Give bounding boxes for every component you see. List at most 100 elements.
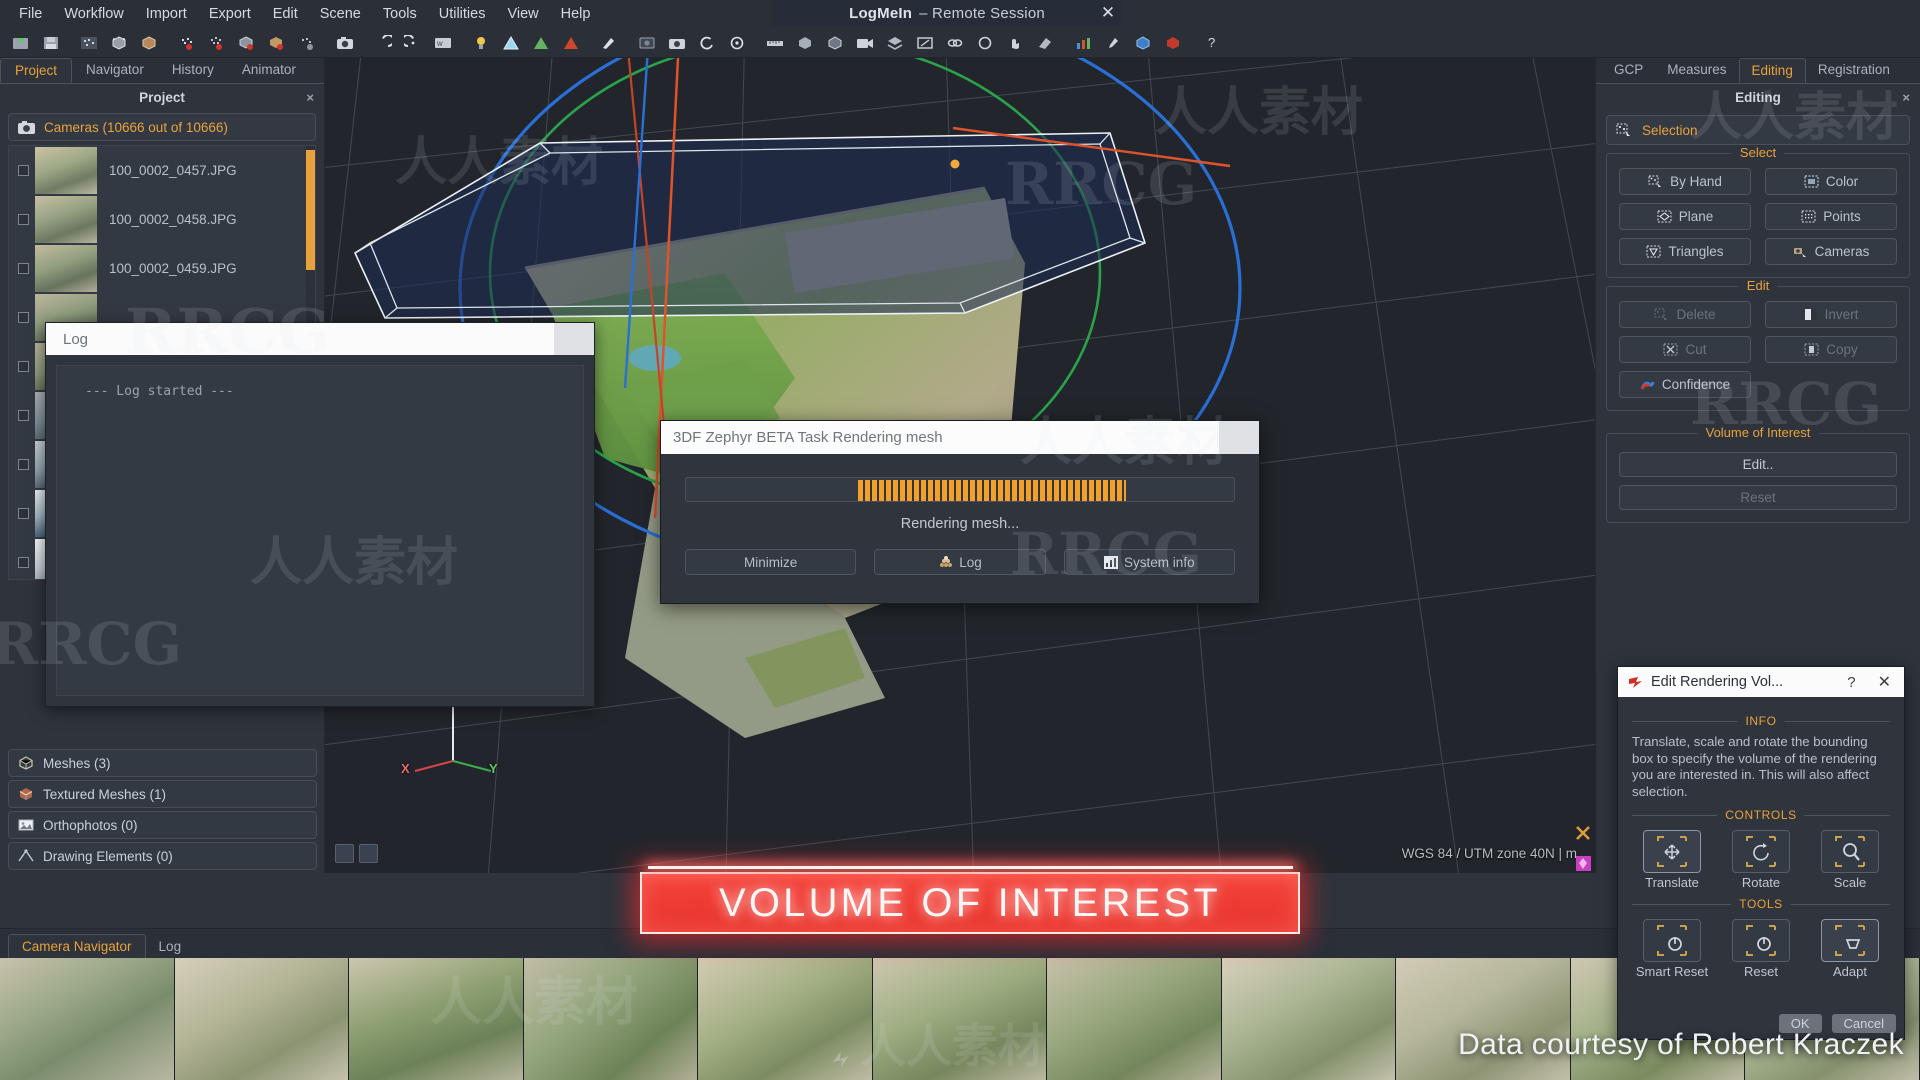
voi-dialog-close-icon[interactable]: ✕ <box>1878 672 1891 692</box>
menu-item-export[interactable]: Export <box>198 3 262 25</box>
voi-scale-button[interactable] <box>1821 829 1879 873</box>
help-icon[interactable]: ? <box>1197 30 1225 56</box>
bulb-icon[interactable] <box>467 30 495 56</box>
box-icon[interactable] <box>791 30 819 56</box>
voi-smart-reset-button[interactable] <box>1643 919 1701 963</box>
open-project-icon[interactable] <box>7 30 35 56</box>
voi-rotate-button[interactable] <box>1732 829 1790 873</box>
camera-checkbox[interactable] <box>18 409 29 421</box>
menu-item-view[interactable]: View <box>496 3 549 25</box>
log-output[interactable]: --- Log started --- <box>56 365 584 696</box>
select-by-hand-button[interactable]: By Hand <box>1619 168 1751 195</box>
package-icon[interactable] <box>1159 30 1187 56</box>
voi-dialog-help-icon[interactable]: ? <box>1847 674 1855 691</box>
task-dialog-titlebar[interactable]: 3DF Zephyr BETA Task Rendering mesh <box>661 421 1259 454</box>
voi-translate-button[interactable] <box>1643 829 1701 873</box>
tab-history[interactable]: History <box>158 58 228 83</box>
cut-button[interactable]: Cut <box>1619 336 1751 363</box>
import-photos-icon[interactable] <box>75 30 103 56</box>
redo-icon[interactable] <box>399 30 427 56</box>
voi-adapt-button[interactable] <box>1821 919 1879 963</box>
refresh-icon[interactable] <box>693 30 721 56</box>
link-icon[interactable] <box>941 30 969 56</box>
gradient-tool-icon[interactable] <box>557 30 585 56</box>
tab-editing[interactable]: Editing <box>1738 58 1806 83</box>
delete-button[interactable]: Delete <box>1619 301 1751 328</box>
wrench-icon[interactable] <box>1099 30 1127 56</box>
select-cameras-button[interactable]: Cameras <box>1765 238 1897 265</box>
camera-checkbox[interactable] <box>18 507 29 519</box>
left-panel-close-icon[interactable]: × <box>306 90 314 105</box>
photo-capture-icon[interactable] <box>663 30 691 56</box>
viewport-tools-icon[interactable] <box>1571 818 1595 848</box>
select-color-button[interactable]: Color <box>1765 168 1897 195</box>
camera-checkbox[interactable] <box>18 360 29 372</box>
filmstrip-thumbnail[interactable] <box>872 958 1048 1080</box>
list-item[interactable]: 100_0002_0457.JPG <box>9 146 315 195</box>
tab-measures[interactable]: Measures <box>1655 58 1738 83</box>
viewport-toggle-a-button[interactable] <box>335 844 354 863</box>
chart-icon[interactable] <box>1069 30 1097 56</box>
camera-checkbox[interactable] <box>18 311 29 323</box>
camera-checkbox[interactable] <box>18 458 29 470</box>
list-item[interactable]: 100_0002_0459.JPG <box>9 244 315 293</box>
remote-session-close-icon[interactable]: ✕ <box>1095 0 1121 26</box>
log-window-titlebar[interactable]: Log <box>46 323 594 355</box>
render-icon[interactable] <box>633 30 661 56</box>
import-textured-mesh-icon[interactable] <box>135 30 163 56</box>
viewport-toggle-b-button[interactable] <box>359 844 378 863</box>
selection-mode-bar[interactable]: Selection <box>1606 115 1910 145</box>
point-cloud-filter-icon[interactable] <box>293 30 321 56</box>
project-group-orthophotos[interactable]: Orthophotos (0) <box>8 811 317 839</box>
tab-animator[interactable]: Animator <box>228 58 310 83</box>
tab-camera-navigator[interactable]: Camera Navigator <box>8 934 146 958</box>
invert-button[interactable]: Invert <box>1765 301 1897 328</box>
log-button[interactable]: Log <box>874 549 1046 575</box>
copy-button[interactable]: Copy <box>1765 336 1897 363</box>
grid-box-icon[interactable] <box>821 30 849 56</box>
video-icon[interactable] <box>851 30 879 56</box>
viewport-magenta-icon[interactable] <box>1571 848 1595 873</box>
tab-navigator[interactable]: Navigator <box>72 58 158 83</box>
edit-rendering-volume-dialog[interactable]: Edit Rendering Vol... ? ✕ INFO Translate… <box>1617 666 1905 1040</box>
cube-icon[interactable] <box>1129 30 1157 56</box>
mesh-icon[interactable] <box>233 30 261 56</box>
list-item[interactable]: 100_0002_0458.JPG <box>9 195 315 244</box>
tab-registration[interactable]: Registration <box>1806 58 1902 83</box>
tab-project[interactable]: Project <box>0 58 73 83</box>
select-triangles-button[interactable]: Triangles <box>1619 238 1751 265</box>
voi-reset-tool-button[interactable] <box>1732 919 1790 963</box>
camera-icon[interactable] <box>331 30 359 56</box>
brush-icon[interactable] <box>595 30 623 56</box>
undo-icon[interactable] <box>369 30 397 56</box>
filmstrip-thumbnail[interactable] <box>174 958 350 1080</box>
system-info-button[interactable]: System info <box>1063 549 1235 575</box>
layers-icon[interactable] <box>881 30 909 56</box>
log-window[interactable]: Log --- Log started --- <box>45 322 595 707</box>
confidence-button[interactable]: Confidence <box>1619 371 1751 398</box>
filmstrip-thumbnail[interactable] <box>1047 958 1222 1080</box>
eraser-icon[interactable] <box>1031 30 1059 56</box>
minimize-button[interactable]: Minimize <box>685 549 857 575</box>
target-icon[interactable] <box>723 30 751 56</box>
task-dialog-controls[interactable] <box>1219 421 1259 454</box>
menu-item-help[interactable]: Help <box>550 3 602 25</box>
import-mesh-icon[interactable] <box>105 30 133 56</box>
project-group-drawing-elements[interactable]: Drawing Elements (0) <box>8 842 317 870</box>
scale-icon[interactable] <box>911 30 939 56</box>
sparse-cloud-icon[interactable] <box>173 30 201 56</box>
color-tool-icon[interactable] <box>527 30 555 56</box>
workflow-icon[interactable]: W <box>429 30 457 56</box>
dense-cloud-icon[interactable] <box>203 30 231 56</box>
task-progress-dialog[interactable]: 3DF Zephyr BETA Task Rendering mesh Rend… <box>660 420 1260 604</box>
menu-item-file[interactable]: File <box>8 3 53 25</box>
circle-icon[interactable] <box>971 30 999 56</box>
select-points-button[interactable]: Points <box>1765 203 1897 230</box>
select-plane-button[interactable]: Plane <box>1619 203 1751 230</box>
menu-item-scene[interactable]: Scene <box>309 3 372 25</box>
menu-item-workflow[interactable]: Workflow <box>53 3 134 25</box>
filmstrip-thumbnail[interactable] <box>0 958 175 1080</box>
voi-reset-button[interactable]: Reset <box>1619 485 1897 510</box>
project-group-cameras[interactable]: Cameras (10666 out of 10666) <box>8 113 316 141</box>
textured-mesh-icon[interactable] <box>263 30 291 56</box>
